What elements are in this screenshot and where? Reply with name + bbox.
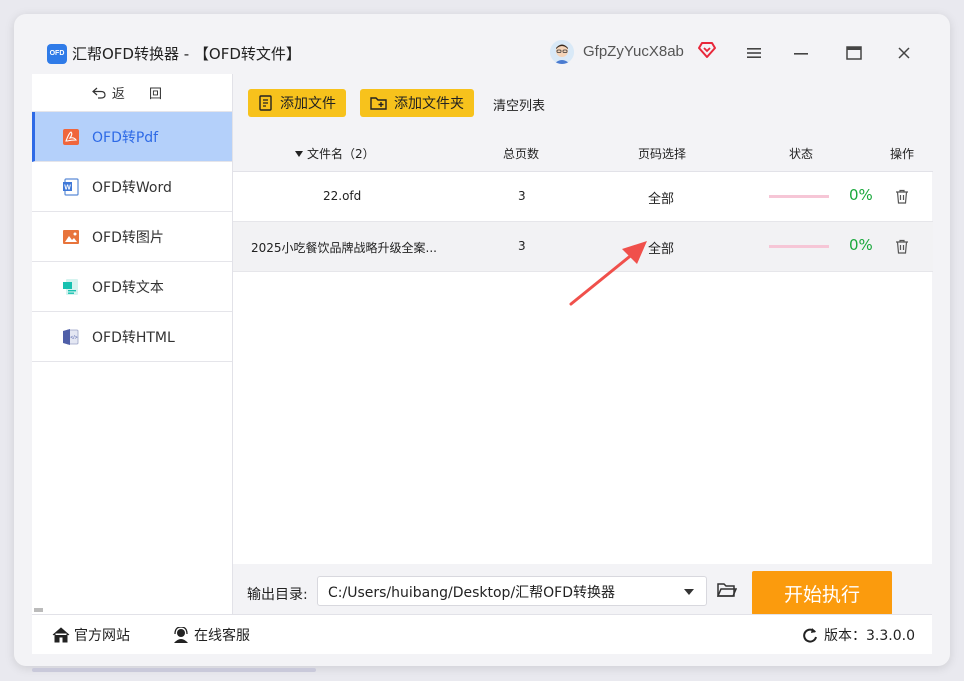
output-dir-label: 输出目录: <box>247 587 308 603</box>
sidebar-item-label: OFD转图片 <box>92 229 164 246</box>
hamburger-icon[interactable] <box>743 42 765 64</box>
page-count: 3 <box>518 239 526 253</box>
page-count: 3 <box>518 189 526 203</box>
column-pages-header: 总页数 <box>503 147 540 161</box>
sidebar-item-ofd-to-html[interactable]: </> OFD转HTML <box>32 312 232 362</box>
heart-diamond-icon[interactable] <box>697 41 717 59</box>
refresh-icon <box>803 628 817 643</box>
add-folder-button[interactable]: 添加文件夹 <box>360 89 474 117</box>
table-header: 文件名（2） 总页数 页码选择 状态 操作 <box>233 132 933 172</box>
sidebar-item-label: OFD转文本 <box>92 279 164 296</box>
clear-list-button[interactable]: 清空列表 <box>493 95 545 114</box>
sidebar-item-ofd-to-text[interactable]: OFD转文本 <box>32 262 232 312</box>
page-range-select[interactable]: 全部 <box>648 238 674 257</box>
column-range-header: 页码选择 <box>638 147 687 161</box>
trash-icon[interactable] <box>895 239 909 257</box>
sidebar-item-label: OFD转Word <box>92 179 172 196</box>
minimize-icon[interactable] <box>790 42 812 64</box>
sidebar-scrollbar[interactable] <box>34 608 43 612</box>
back-arrow-icon <box>92 87 106 99</box>
column-name-label: 文件名（2） <box>307 147 375 161</box>
output-dir-value: C:/Users/huibang/Desktop/汇帮OFD转换器 <box>328 585 616 601</box>
maximize-icon[interactable] <box>843 42 865 64</box>
progress-bar <box>769 245 829 248</box>
column-action-header: 操作 <box>890 147 915 161</box>
table-row[interactable]: 22.ofd 3 全部 0% <box>233 172 933 222</box>
add-file-icon <box>259 95 272 111</box>
sidebar-item-label: OFD转Pdf <box>92 129 159 146</box>
image-icon <box>62 228 80 246</box>
window-title: 汇帮OFD转换器 - 【OFD转文件】 <box>72 45 301 63</box>
file-name: 2025小吃餐饮品牌战略升级全案... <box>251 241 437 255</box>
user-avatar[interactable] <box>550 40 574 64</box>
official-website-link[interactable]: 官方网站 <box>52 625 130 645</box>
title-bar: OFD 汇帮OFD转换器 - 【OFD转文件】 GfpZyYucX8ab <box>14 14 950 74</box>
output-dir-select[interactable]: C:/Users/huibang/Desktop/汇帮OFD转换器 <box>317 576 707 606</box>
column-status-header: 状态 <box>789 147 814 161</box>
back-button[interactable]: 返 回 <box>32 74 232 112</box>
support-label: 在线客服 <box>194 628 250 644</box>
sort-down-icon <box>295 150 303 157</box>
add-file-button[interactable]: 添加文件 <box>248 89 346 117</box>
html-icon: </> <box>62 328 80 346</box>
sidebar-item-label: OFD转HTML <box>92 329 175 346</box>
sidebar-item-ofd-to-image[interactable]: OFD转图片 <box>32 212 232 262</box>
page-range-select[interactable]: 全部 <box>648 188 674 207</box>
version-label: 版本：3.3.0.0 <box>824 628 915 644</box>
progress-percent: 0% <box>849 186 873 204</box>
open-folder-icon[interactable] <box>716 582 738 602</box>
text-icon <box>62 278 80 296</box>
add-folder-icon <box>370 97 387 110</box>
horizontal-scrollbar[interactable] <box>32 668 316 672</box>
pdf-icon <box>62 128 80 146</box>
back-label: 返 回 <box>111 87 173 102</box>
progress-percent: 0% <box>849 236 873 254</box>
start-button[interactable]: 开始执行 <box>752 571 892 615</box>
status-bar: 官方网站 在线客服 版本：3.3.0.0 <box>32 614 932 654</box>
close-icon[interactable] <box>893 42 915 64</box>
home-icon <box>52 627 70 643</box>
add-folder-label: 添加文件夹 <box>394 96 464 112</box>
website-label: 官方网站 <box>74 628 130 644</box>
table-row[interactable]: 2025小吃餐饮品牌战略升级全案... 3 全部 0% <box>233 222 933 272</box>
word-icon: W <box>62 177 80 196</box>
sidebar: 返 回 OFD转Pdf W OFD转Word OFD转图片 OFD转文本 </>… <box>32 74 232 614</box>
progress-bar <box>769 195 829 198</box>
toolbar: 添加文件 添加文件夹 清空列表 <box>233 74 933 132</box>
sidebar-item-ofd-to-word[interactable]: W OFD转Word <box>32 162 232 212</box>
main-panel: 添加文件 添加文件夹 清空列表 文件名（2） 总页数 页码选择 状态 操作 22… <box>232 74 933 615</box>
trash-icon[interactable] <box>895 189 909 207</box>
output-bar: 输出目录: C:/Users/huibang/Desktop/汇帮OFD转换器 … <box>233 564 933 615</box>
version-info[interactable]: 版本：3.3.0.0 <box>802 625 915 645</box>
file-name: 22.ofd <box>323 189 362 203</box>
add-file-label: 添加文件 <box>280 96 336 112</box>
online-support-link[interactable]: 在线客服 <box>172 625 250 645</box>
chevron-down-icon <box>684 589 694 595</box>
headset-icon <box>174 627 188 643</box>
sidebar-item-ofd-to-pdf[interactable]: OFD转Pdf <box>32 112 232 162</box>
username[interactable]: GfpZyYucX8ab <box>583 43 684 60</box>
svg-text:</>: </> <box>70 335 77 341</box>
svg-text:W: W <box>64 184 71 191</box>
app-logo: OFD <box>47 44 67 64</box>
app-window: OFD 汇帮OFD转换器 - 【OFD转文件】 GfpZyYucX8ab 返 回… <box>14 14 950 666</box>
column-name-header[interactable]: 文件名（2） <box>295 145 375 162</box>
